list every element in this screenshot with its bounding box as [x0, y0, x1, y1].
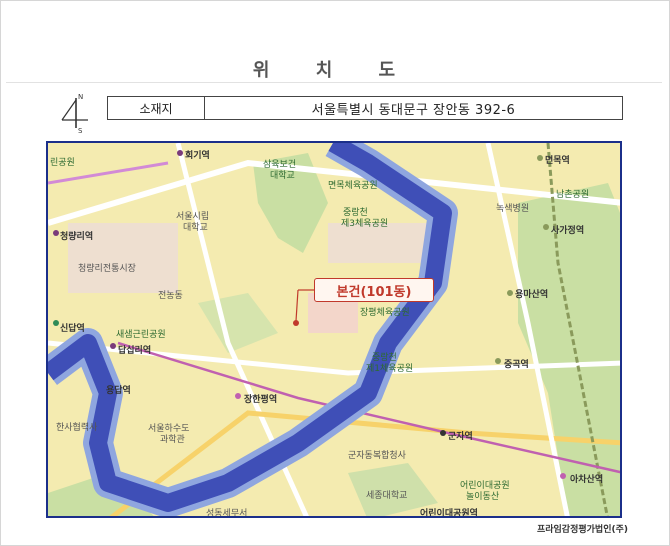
south-label: S — [78, 127, 83, 134]
station-label: 청량리역 — [60, 232, 94, 242]
title-band: 위 치 도 — [6, 6, 662, 82]
station-label: 답십리역 — [118, 346, 152, 356]
north-arrow-icon: N S — [58, 90, 92, 135]
address-label: 소재지 — [108, 97, 205, 119]
station-label: 장한평역 — [244, 395, 278, 405]
address-box: 소재지 서울특별시 동대문구 장안동 392-6 — [107, 96, 623, 120]
station-label: 군자역 — [448, 432, 473, 442]
district-label: 전농동 — [158, 291, 183, 301]
location-map[interactable]: 본건(101동) 회기역 린공원 삼육보건 대학교 면목체육공원 서울시립 대학… — [46, 141, 622, 518]
district-label: 청량리전통시장 — [78, 264, 136, 274]
park-label: 남촌공원 — [556, 190, 590, 200]
subject-property-callout: 본건(101동) — [314, 278, 434, 302]
park-label: 제3체육공원 — [341, 219, 389, 229]
hospital-label: 녹색병원 — [496, 204, 530, 214]
place-label: 군자동복합청사 — [348, 451, 406, 461]
station-label: 용답역 — [106, 386, 131, 396]
university-label: 세종대학교 — [366, 491, 408, 501]
park-label: 놀이동산 — [466, 492, 500, 502]
park-label: 면목체육공원 — [328, 181, 378, 191]
station-dot — [53, 230, 59, 236]
station-dot — [110, 343, 116, 349]
station-dot — [507, 290, 513, 296]
station-dot — [537, 155, 543, 161]
title-divider — [6, 82, 662, 83]
museum-label: 과학관 — [160, 435, 185, 445]
station-dot — [235, 393, 241, 399]
station-label: 중곡역 — [504, 360, 529, 370]
station-label: 어린이대공원역 — [420, 509, 478, 518]
station-label: 면목역 — [545, 156, 570, 166]
credit-text: 프라임감정평가법인(주) — [536, 525, 628, 535]
station-label: 사가정역 — [551, 226, 585, 236]
station-label: 용마산역 — [515, 290, 549, 300]
park-label: 제1체육공원 — [366, 364, 414, 374]
place-label: 성동세무서 — [206, 509, 248, 518]
place-label: 한사협력사 — [56, 423, 98, 433]
district-area — [328, 223, 438, 263]
station-dot — [53, 320, 59, 326]
park-label: 새샘근린공원 — [116, 330, 166, 340]
station-dot — [177, 150, 183, 156]
address-value: 서울특별시 동대문구 장안동 392-6 — [311, 102, 516, 118]
station-dot — [495, 358, 501, 364]
park-label: 린공원 — [50, 158, 75, 168]
station-dot — [440, 430, 446, 436]
park-label: 장평체육공원 — [360, 308, 410, 318]
station-label: 아차산역 — [570, 475, 604, 485]
station-dot — [560, 473, 566, 479]
station-label: 회기역 — [185, 151, 210, 161]
university-label: 대학교 — [183, 223, 208, 233]
target-marker — [293, 320, 299, 326]
station-dot — [543, 224, 549, 230]
university-label: 대학교 — [270, 171, 295, 181]
page-title: 위 치 도 — [252, 60, 416, 81]
north-label: N — [78, 93, 83, 101]
station-label: 신답역 — [60, 324, 85, 334]
